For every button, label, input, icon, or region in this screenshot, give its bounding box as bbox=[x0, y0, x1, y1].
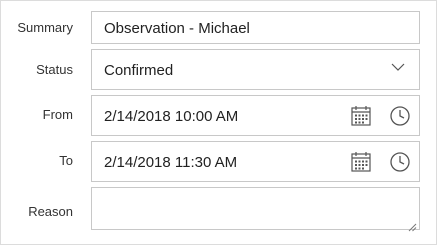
reason-label: Reason bbox=[28, 204, 73, 219]
reason-textarea[interactable] bbox=[91, 187, 420, 232]
to-value: 2/14/2018 11:30 AM bbox=[104, 154, 238, 171]
clock-icon[interactable] bbox=[389, 105, 411, 127]
to-label: To bbox=[59, 153, 73, 168]
from-datetime-input[interactable]: 2/14/2018 10:00 AM bbox=[91, 95, 420, 136]
status-value: Confirmed bbox=[104, 62, 174, 79]
calendar-icon[interactable] bbox=[350, 105, 372, 127]
chevron-down-icon[interactable] bbox=[391, 60, 405, 74]
status-label: Status bbox=[36, 62, 73, 77]
status-dropdown[interactable]: Confirmed bbox=[91, 49, 420, 90]
to-datetime-input[interactable]: 2/14/2018 11:30 AM bbox=[91, 141, 420, 182]
summary-input[interactable]: Observation - Michael bbox=[91, 11, 420, 44]
summary-label: Summary bbox=[17, 20, 73, 35]
clock-icon[interactable] bbox=[389, 151, 411, 173]
summary-value: Observation - Michael bbox=[104, 20, 250, 37]
from-label: From bbox=[42, 107, 73, 122]
calendar-icon[interactable] bbox=[350, 151, 372, 173]
from-value: 2/14/2018 10:00 AM bbox=[104, 108, 239, 125]
resize-grip-icon[interactable] bbox=[408, 218, 417, 232]
appointment-editor-form: Summary Observation - Michael Status Con… bbox=[0, 0, 437, 245]
